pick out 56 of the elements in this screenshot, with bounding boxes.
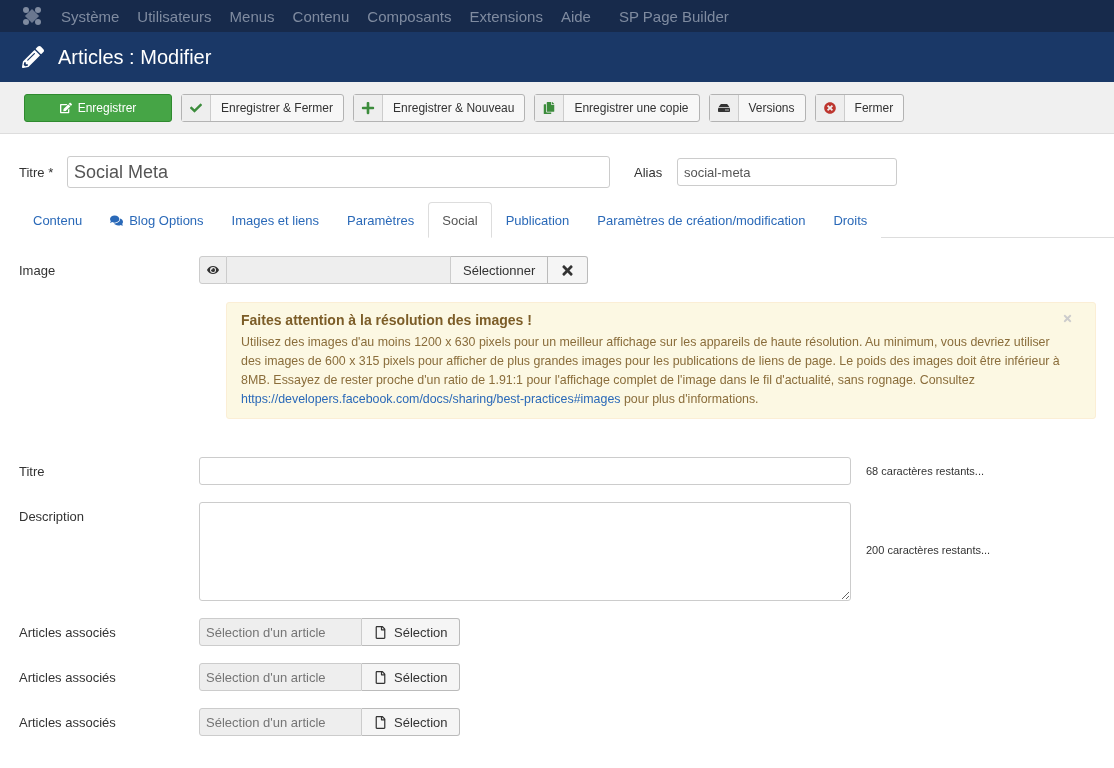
select-button[interactable]: Sélection [362, 618, 461, 646]
field-label: Titre * [19, 164, 55, 180]
field-label: Articles associés [19, 669, 117, 685]
file-icon [374, 625, 387, 639]
menu-item[interactable]: Aide [551, 7, 600, 25]
field-label: Alias [634, 164, 664, 180]
article-input[interactable]: Sélection d'un article [199, 663, 362, 691]
field-label: Titre [19, 463, 46, 479]
menu-item[interactable]: Système [52, 7, 129, 25]
field-label: Description [19, 508, 86, 524]
select-button[interactable]: Sélectionner [451, 256, 549, 284]
title-input[interactable] [199, 457, 851, 485]
drive-icon [717, 101, 730, 114]
alert-text: Utilisez des images d'au moins 1200 x 630 pixels pour un meilleur affichage sur les appareils de haute résolution. Au minimum, vous devriez utiliser des images de 600 x 315 pixels pour afficher de plus grandes images pour les publications de liens de page. Le poids des images doit être inférieur à 8MB. Essayez de rester proche d'un ratio de 1.91:1 pour l'affichage complet de l'image dans le fil d'actualité, sans rognage. Consultez https://developers.facebook.com/docs/sharing/best-practices#images pour plus d'informations. [241, 334, 1061, 408]
field-label: Articles associés [19, 714, 117, 730]
toolbar-button[interactable]: Enregistrer & Nouveau [353, 93, 526, 122]
title-input[interactable]: Social Meta [67, 156, 610, 188]
check-icon [190, 101, 202, 114]
menu-item[interactable]: Extensions [460, 7, 552, 25]
toolbar-button[interactable]: Enregistrer & Fermer [181, 93, 345, 122]
comments-icon [110, 213, 124, 227]
toolbar-button[interactable]: Fermer [814, 93, 905, 122]
toolbar-button[interactable]: Versions [708, 93, 806, 122]
menu-item[interactable]: Utilisateurs [128, 7, 221, 25]
menu-item[interactable]: SP Page Builder [609, 7, 738, 25]
logo-icon [22, 6, 42, 26]
character-counter: 200 caractères restants... [866, 543, 991, 556]
menu-item[interactable]: Menus [220, 7, 284, 25]
plus-icon [361, 100, 376, 115]
character-counter: 68 caractères restants... [866, 465, 984, 477]
preview-button[interactable] [199, 256, 227, 284]
clear-button[interactable] [548, 256, 589, 284]
file-icon [374, 715, 387, 729]
eye-icon [207, 264, 219, 276]
description-textarea[interactable] [199, 502, 851, 601]
article-input[interactable]: Sélection d'un article [199, 708, 362, 736]
alias-input[interactable]: social-meta [677, 158, 897, 186]
field-label: Articles associés [19, 624, 117, 640]
select-button[interactable]: Sélection [362, 708, 461, 736]
toolbar-button[interactable]: Enregistrer [24, 93, 172, 122]
page-title: Articles : Modifier [58, 45, 212, 69]
article-input[interactable]: Sélection d'un article [199, 618, 362, 646]
tab[interactable]: Social [428, 202, 492, 238]
image-path-input[interactable] [227, 256, 451, 284]
select-button[interactable]: Sélection [362, 663, 461, 691]
edit-icon [59, 101, 72, 114]
menu-item[interactable]: Contenu [283, 7, 359, 25]
docs-link[interactable]: https://developers.facebook.com/docs/sharing/best-practices#images [241, 392, 621, 406]
menu-item[interactable]: Composants [358, 7, 461, 25]
field-label: Image [19, 262, 57, 278]
close-icon [823, 101, 836, 114]
alert-title: Faites attention à la résolution des images ! [241, 312, 532, 328]
toolbar-button[interactable]: Enregistrer une copie [534, 93, 700, 122]
pencil-icon [22, 46, 44, 68]
copy-icon [543, 101, 556, 114]
file-icon [374, 670, 387, 684]
